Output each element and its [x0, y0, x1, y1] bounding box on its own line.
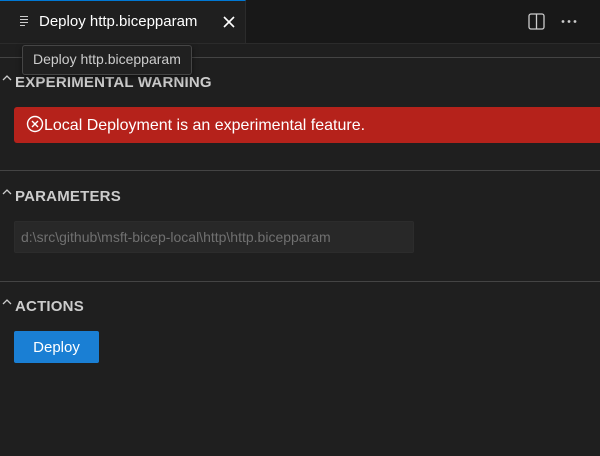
editor-tab[interactable]: Deploy http.bicepparam [0, 0, 246, 43]
chevron-up-icon [2, 299, 12, 305]
parameters-file-field[interactable] [14, 221, 414, 253]
section-divider [0, 281, 600, 282]
section-title-warning: EXPERIMENTAL WARNING [15, 74, 212, 91]
warning-banner: Local Deployment is an experimental feat… [14, 107, 600, 143]
deploy-panel: Deploy http.bicepparam Deploy http.bicep… [0, 0, 600, 456]
chevron-up-icon [2, 75, 12, 81]
close-icon[interactable] [222, 15, 236, 29]
tab-title: Deploy http.bicepparam [39, 13, 198, 30]
file-lines-icon [20, 16, 28, 26]
section-title-actions: ACTIONS [15, 298, 84, 315]
more-actions-icon[interactable] [560, 13, 578, 30]
warning-message: Local Deployment is an experimental feat… [44, 117, 366, 134]
section-title-parameters: PARAMETERS [15, 188, 121, 205]
deploy-button[interactable]: Deploy [14, 331, 99, 363]
split-editor-icon[interactable] [528, 13, 545, 30]
error-circle-icon [26, 115, 44, 133]
section-divider [0, 170, 600, 171]
tab-tooltip: Deploy http.bicepparam [22, 45, 192, 75]
chevron-up-icon [2, 189, 12, 195]
tab-bar: Deploy http.bicepparam [0, 0, 600, 44]
